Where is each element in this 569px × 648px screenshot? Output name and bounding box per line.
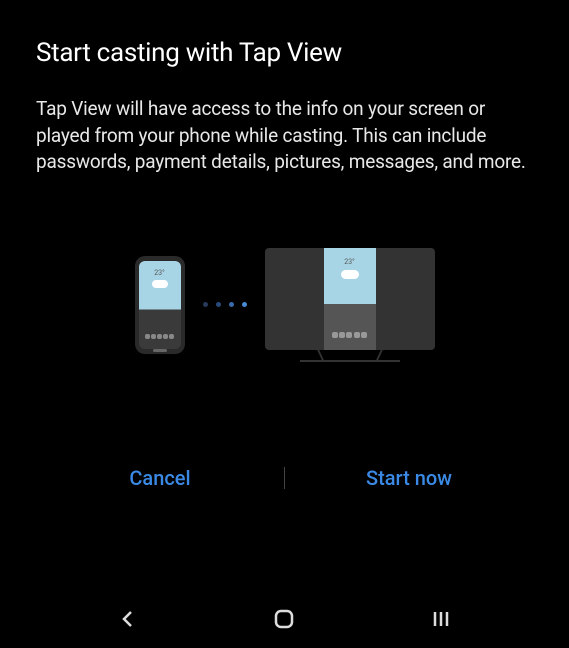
casting-illustration: 23° 23° bbox=[36, 248, 533, 362]
cloud-icon bbox=[152, 280, 168, 288]
casting-permission-dialog: Start casting with Tap View Tap View wil… bbox=[0, 0, 569, 504]
dialog-title: Start casting with Tap View bbox=[36, 38, 533, 68]
recent-apps-button[interactable] bbox=[427, 605, 455, 633]
recent-icon bbox=[431, 609, 451, 629]
back-button[interactable] bbox=[114, 605, 142, 633]
tv-icon: 23° bbox=[265, 248, 435, 362]
home-icon bbox=[272, 607, 296, 631]
phone-icon: 23° bbox=[135, 256, 185, 354]
dialog-buttons: Cancel Start now bbox=[36, 452, 533, 504]
navigation-bar bbox=[0, 590, 569, 648]
start-now-button[interactable]: Start now bbox=[285, 452, 533, 504]
cancel-button[interactable]: Cancel bbox=[36, 452, 284, 504]
home-button[interactable] bbox=[270, 605, 298, 633]
chevron-left-icon bbox=[118, 609, 138, 629]
dialog-description: Tap View will have access to the info on… bbox=[36, 96, 533, 176]
connection-dots-icon bbox=[203, 302, 247, 307]
cloud-icon bbox=[341, 270, 359, 279]
